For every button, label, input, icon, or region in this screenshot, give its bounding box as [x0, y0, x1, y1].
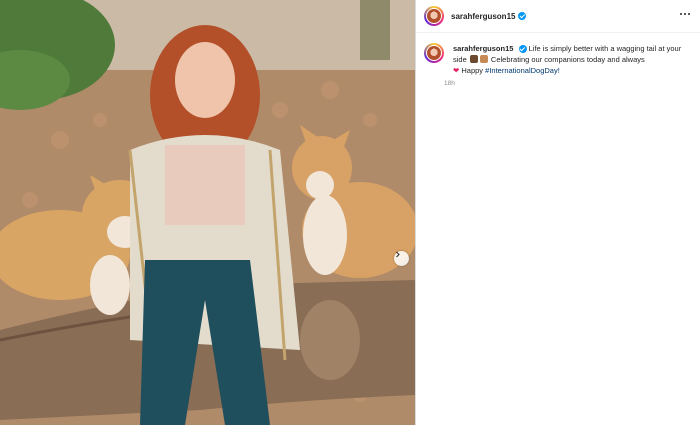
avatar-image: [427, 9, 441, 23]
next-image-button[interactable]: [394, 251, 409, 266]
caption-row: sarahferguson15 Life is simply better wi…: [416, 33, 700, 87]
post-timestamp: 18h: [444, 80, 455, 87]
hashtag-link[interactable]: #InternationalDogDay!: [485, 66, 560, 75]
caption-avatar[interactable]: [424, 43, 444, 63]
chevron-right-icon: [396, 251, 400, 258]
caption-part-3: Happy: [459, 66, 486, 75]
author-username[interactable]: sarahferguson15: [451, 12, 515, 21]
avatar-ring: [426, 45, 442, 61]
caption-part-2: Celebrating our companions today and alw…: [488, 55, 645, 64]
caption-username[interactable]: sarahferguson15: [453, 44, 513, 53]
verified-badge-icon: [518, 45, 527, 54]
post-details-panel: sarahferguson15 sarahferguson15 Life is …: [416, 0, 700, 425]
post-header: sarahferguson15: [416, 0, 700, 33]
avatar-ring: [426, 8, 442, 24]
post-media[interactable]: [0, 0, 415, 425]
post-photo: [0, 0, 415, 425]
caption-text: sarahferguson15 Life is simply better wi…: [453, 43, 693, 76]
avatar-image: [427, 46, 441, 60]
more-options-icon[interactable]: [680, 13, 690, 15]
verified-badge-icon: [518, 12, 527, 20]
author-avatar[interactable]: [424, 6, 444, 26]
dog-emoji-icon: [479, 55, 488, 63]
dog-paw-emoji-icon: [469, 55, 478, 63]
caption-block: sarahferguson15 Life is simply better wi…: [444, 43, 693, 87]
